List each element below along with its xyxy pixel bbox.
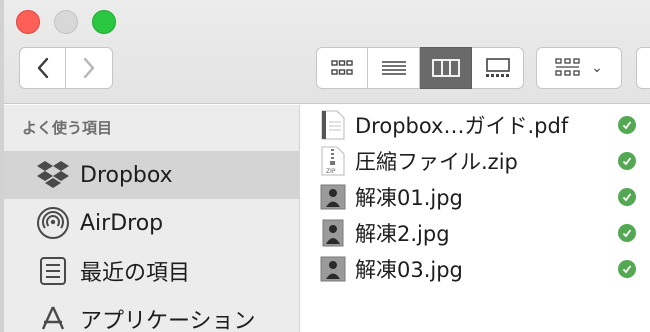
file-name: 解凍2.jpg <box>355 222 450 246</box>
navigation-buttons <box>19 47 113 89</box>
file-name: 解凍03.jpg <box>355 258 463 282</box>
chevron-left-icon <box>37 57 48 79</box>
sidebar-item-applications[interactable]: アプリケーション <box>4 295 300 332</box>
image-file-icon <box>319 181 347 213</box>
column-view-icon <box>431 59 460 77</box>
dropbox-icon <box>36 158 70 192</box>
pdf-file-icon <box>319 109 347 141</box>
file-list: Dropbox…ガイド.pdf ZIP 圧縮ファイル.zip 解凍01.jpg … <box>301 105 650 332</box>
file-name: 圧縮ファイル.zip <box>355 150 518 174</box>
sidebar-item-label: アプリケーション <box>80 309 256 332</box>
file-row-zip[interactable]: ZIP 圧縮ファイル.zip <box>301 143 650 179</box>
finder-window: ⌄ よく使う項目 Dropbox AirDrop 最近の項目 アプリケーション … <box>4 0 650 332</box>
image-file-icon <box>319 253 347 285</box>
sync-status-icon <box>618 152 636 170</box>
group-by-icon <box>555 58 580 76</box>
sync-status-icon <box>618 224 636 242</box>
minimize-window-button[interactable] <box>54 10 78 34</box>
file-row-jpg-03[interactable]: 解凍03.jpg <box>301 251 650 287</box>
toolbar-overflow-button[interactable] <box>636 47 650 89</box>
list-view-button[interactable] <box>368 47 420 89</box>
gallery-view-button[interactable] <box>472 47 524 89</box>
sidebar-item-recents[interactable]: 最近の項目 <box>4 247 300 295</box>
airdrop-icon <box>36 206 70 240</box>
gallery-view-icon <box>485 58 510 77</box>
sync-status-icon <box>618 116 636 134</box>
file-row-jpg-01[interactable]: 解凍01.jpg <box>301 179 650 215</box>
close-window-button[interactable] <box>16 10 40 34</box>
chevron-right-icon <box>83 57 95 79</box>
icon-view-icon <box>331 60 353 75</box>
back-button[interactable] <box>19 47 66 89</box>
sidebar-item-dropbox[interactable]: Dropbox <box>4 151 300 199</box>
list-view-icon <box>381 61 406 75</box>
chevron-down-icon: ⌄ <box>591 60 603 76</box>
sidebar-item-airdrop[interactable]: AirDrop <box>4 199 300 247</box>
file-name: Dropbox…ガイド.pdf <box>355 114 569 138</box>
sidebar-item-label: AirDrop <box>80 210 164 236</box>
image-file-icon <box>319 217 347 249</box>
sidebar-heading-favorites: よく使う項目 <box>22 119 113 137</box>
file-row-jpg-2[interactable]: 解凍2.jpg <box>301 215 650 251</box>
applications-icon <box>36 302 70 332</box>
view-mode-control <box>316 47 524 89</box>
recents-icon <box>36 254 70 288</box>
file-name: 解凍01.jpg <box>355 186 463 210</box>
toolbar: ⌄ <box>4 0 650 104</box>
sidebar-item-label: Dropbox <box>80 162 173 188</box>
sidebar-item-label: 最近の項目 <box>80 261 191 286</box>
file-row-pdf[interactable]: Dropbox…ガイド.pdf <box>301 107 650 143</box>
group-by-button[interactable]: ⌄ <box>536 47 622 89</box>
icon-view-button[interactable] <box>316 47 368 89</box>
forward-button[interactable] <box>66 47 113 89</box>
zip-file-icon: ZIP <box>319 145 347 177</box>
svg-text:ZIP: ZIP <box>326 168 336 175</box>
zoom-window-button[interactable] <box>92 10 116 34</box>
sync-status-icon <box>618 260 636 278</box>
column-view-button[interactable] <box>420 47 472 89</box>
sidebar: よく使う項目 Dropbox AirDrop 最近の項目 アプリケーション <box>4 105 300 332</box>
sync-status-icon <box>618 188 636 206</box>
